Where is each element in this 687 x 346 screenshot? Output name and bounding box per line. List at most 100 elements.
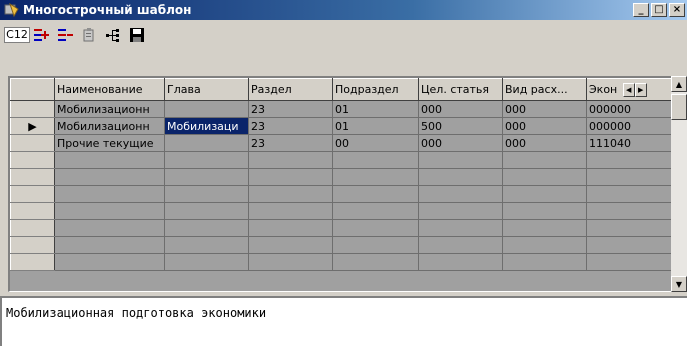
cell-target-article[interactable]: [418, 236, 503, 254]
row-indicator[interactable]: [10, 185, 55, 203]
cell-target-article[interactable]: 000: [418, 134, 503, 152]
scroll-left-button[interactable]: ◀: [622, 82, 635, 97]
cell-subsection[interactable]: [332, 151, 419, 169]
cell-chapter[interactable]: [164, 151, 249, 169]
cell-chapter[interactable]: [164, 100, 249, 118]
cell-subsection[interactable]: 01: [332, 100, 419, 118]
cell-section[interactable]: [248, 185, 333, 203]
row-indicator[interactable]: [10, 219, 55, 237]
table-row[interactable]: ▶ Мобилизационн Мобилизаци 23 01 500 000 000000: [10, 117, 673, 135]
cell-econ[interactable]: [586, 151, 673, 169]
cell-section[interactable]: [248, 168, 333, 186]
col-header-expense-type[interactable]: Вид расх...: [502, 78, 587, 101]
table-row[interactable]: [10, 151, 673, 169]
cell-section[interactable]: [248, 219, 333, 237]
cell-section[interactable]: 23: [248, 100, 333, 118]
cell-target-article[interactable]: [418, 168, 503, 186]
cell-chapter[interactable]: [164, 236, 249, 254]
cell-subsection[interactable]: [332, 202, 419, 220]
cell-name[interactable]: [54, 219, 165, 237]
cell-expense-type[interactable]: [502, 219, 587, 237]
clipboard-button[interactable]: [78, 24, 100, 46]
cell-expense-type[interactable]: 000: [502, 100, 587, 118]
memo-panel[interactable]: Мобилизационная подготовка экономики: [0, 296, 687, 346]
cell-econ[interactable]: 000000: [586, 117, 673, 135]
cell-expense-type[interactable]: 000: [502, 134, 587, 152]
cell-name[interactable]: Прочие текущие: [54, 134, 165, 152]
col-header-econ[interactable]: Экон ◀ ▶: [586, 78, 673, 101]
title-bar[interactable]: Многострочный шаблон _ □ ×: [0, 0, 687, 20]
cell-target-article[interactable]: [418, 185, 503, 203]
data-grid[interactable]: Наименование Глава Раздел Подраздел Цел.…: [8, 76, 686, 292]
cell-section[interactable]: [248, 253, 333, 271]
cell-chapter[interactable]: [164, 185, 249, 203]
cell-target-article[interactable]: [418, 151, 503, 169]
col-header-target-article[interactable]: Цел. статья: [418, 78, 503, 101]
cell-econ[interactable]: [586, 219, 673, 237]
scroll-down-button[interactable]: ▼: [671, 276, 687, 292]
table-row[interactable]: [10, 219, 673, 237]
cell-econ[interactable]: [586, 168, 673, 186]
cell-expense-type[interactable]: [502, 185, 587, 203]
cell-target-article[interactable]: 000: [418, 100, 503, 118]
close-button[interactable]: ×: [669, 3, 685, 17]
table-row[interactable]: Мобилизационн 23 01 000 000 000000: [10, 100, 673, 118]
col-header-section[interactable]: Раздел: [248, 78, 333, 101]
cell-econ[interactable]: [586, 236, 673, 254]
cell-subsection[interactable]: [332, 219, 419, 237]
cell-expense-type[interactable]: [502, 253, 587, 271]
c12-button[interactable]: C12: [4, 24, 30, 46]
cell-section[interactable]: [248, 151, 333, 169]
table-row[interactable]: Прочие текущие 23 00 000 000 111040: [10, 134, 673, 152]
row-indicator[interactable]: [10, 253, 55, 271]
cell-name[interactable]: Мобилизационн: [54, 100, 165, 118]
minimize-button[interactable]: _: [633, 3, 649, 17]
cell-econ[interactable]: [586, 202, 673, 220]
table-row[interactable]: [10, 236, 673, 254]
vertical-scrollbar[interactable]: ▲ ▼: [671, 76, 687, 292]
cell-chapter[interactable]: Мобилизаци: [164, 117, 249, 135]
cell-name[interactable]: [54, 253, 165, 271]
row-indicator[interactable]: ▶: [10, 117, 55, 135]
scroll-up-button[interactable]: ▲: [671, 76, 687, 92]
row-indicator[interactable]: [10, 236, 55, 254]
table-row[interactable]: [10, 202, 673, 220]
cell-section[interactable]: [248, 202, 333, 220]
col-header-subsection[interactable]: Подраздел: [332, 78, 419, 101]
scroll-thumb[interactable]: [671, 94, 687, 120]
cell-expense-type[interactable]: [502, 236, 587, 254]
cell-expense-type[interactable]: [502, 202, 587, 220]
save-button[interactable]: [126, 24, 148, 46]
cell-target-article[interactable]: [418, 253, 503, 271]
cell-econ[interactable]: [586, 185, 673, 203]
table-row[interactable]: [10, 253, 673, 271]
cell-chapter[interactable]: [164, 134, 249, 152]
row-indicator[interactable]: [10, 168, 55, 186]
row-indicator[interactable]: [10, 100, 55, 118]
cell-chapter[interactable]: [164, 253, 249, 271]
cell-name[interactable]: [54, 151, 165, 169]
table-row[interactable]: [10, 185, 673, 203]
cell-subsection[interactable]: [332, 185, 419, 203]
cell-econ[interactable]: [586, 253, 673, 271]
tree-button[interactable]: [102, 24, 124, 46]
cell-expense-type[interactable]: 000: [502, 117, 587, 135]
col-header-name[interactable]: Наименование: [54, 78, 165, 101]
cell-expense-type[interactable]: [502, 168, 587, 186]
cell-chapter[interactable]: [164, 202, 249, 220]
cell-section[interactable]: 23: [248, 117, 333, 135]
cell-chapter[interactable]: [164, 168, 249, 186]
cell-subsection[interactable]: 01: [332, 117, 419, 135]
cell-name[interactable]: Мобилизационн: [54, 117, 165, 135]
cell-name[interactable]: [54, 168, 165, 186]
cell-chapter[interactable]: [164, 219, 249, 237]
cell-section[interactable]: 23: [248, 134, 333, 152]
cell-subsection[interactable]: [332, 168, 419, 186]
insert-row-button[interactable]: [30, 24, 52, 46]
row-indicator[interactable]: [10, 202, 55, 220]
row-indicator[interactable]: [10, 151, 55, 169]
row-indicator[interactable]: [10, 134, 55, 152]
cell-econ[interactable]: 111040: [586, 134, 673, 152]
cell-subsection[interactable]: 00: [332, 134, 419, 152]
cell-target-article[interactable]: [418, 202, 503, 220]
